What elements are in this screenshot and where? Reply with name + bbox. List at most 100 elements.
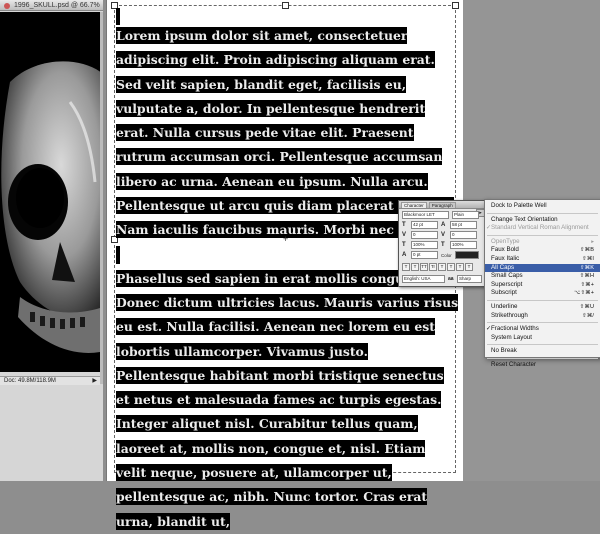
image-window-title: 1996_SKULL.psd @ 66.7% [14,2,100,9]
skull-image-canvas[interactable] [0,12,100,372]
menu-item-small-caps[interactable]: Small Caps ⇧⌘H [485,272,600,281]
tab-paragraph[interactable]: Paragraph [428,202,456,208]
center-crosshair-icon: + [283,234,289,244]
baseline-shift-icon: A [402,252,407,258]
menu-item-label: Subscript [491,289,517,297]
frame-handle-top-center[interactable] [282,2,289,9]
menu-item-opentype: OpenType ▸ [485,238,600,247]
horizontal-scale-field[interactable]: 100% [450,241,477,249]
menu-item-label: No Break [491,347,517,355]
menu-separator [487,300,598,301]
image-window: 1996_SKULL.psd @ 66.7% Doc: 49.8M/118.9M… [0,0,103,481]
menu-separator [487,212,598,214]
menu-item-label: Underline [491,303,518,310]
small-caps-button[interactable]: Tr [429,263,437,271]
kerning-icon: V [402,232,407,238]
faux-italic-button[interactable]: T [411,263,419,271]
leading-icon: A [441,222,446,228]
menu-item-label: Faux Italic [491,255,520,262]
menu-item-faux-bold[interactable]: Faux Bold ⇧⌘B [485,246,600,255]
color-label: Color [441,252,452,258]
tab-character[interactable]: Character [401,202,427,208]
menu-item-shortcut: ▸ [591,238,594,245]
menu-item-shortcut: ⇧⌘/ [582,312,594,319]
menu-item-faux-italic[interactable]: Faux Italic ⇧⌘I [485,255,600,264]
status-menu-arrow-icon[interactable]: ▶ [92,377,97,386]
kerning-field[interactable]: 0 [411,231,438,239]
checkmark-icon: ✓ [486,224,492,232]
menu-item-shortcut: ⇧⌘K [579,264,594,271]
palette-titlebar[interactable]: Character Paragraph [399,201,487,209]
image-scrollbar[interactable] [100,12,103,384]
menu-item-superscript[interactable]: Superscript ⇧⌘+ [485,281,600,290]
subscript-button[interactable]: T [447,263,455,271]
menu-item-shortcut: ⇧⌘B [579,247,594,254]
close-window-icon[interactable] [4,3,10,9]
vertical-scale-icon: T [402,242,406,248]
strikethrough-button[interactable]: T [465,263,473,271]
paragraph-break-marker [116,245,120,264]
tracking-icon: V [441,232,446,238]
image-window-titlebar[interactable]: 1996_SKULL.psd @ 66.7% [0,0,103,11]
font-size-field[interactable]: 42 pt [411,221,438,229]
paragraph-2: Phasellus sed sapien in erat mollis cong… [116,267,459,534]
horizontal-scale-icon: T [441,242,445,248]
faux-bold-button[interactable]: T [402,263,410,271]
menu-item-label: Strikethrough [491,311,528,319]
menu-item-label: All Caps [491,263,515,271]
menu-item-shortcut: ⇧⌘H [579,273,594,280]
menu-item-underline[interactable]: Underline ⇧⌘U [485,303,600,312]
frame-handle-top-right[interactable] [452,2,459,9]
menu-item-label: Faux Bold [491,246,519,254]
menu-item-standard-vertical-roman-alignment: ✓ Standard Vertical Roman Alignment [485,224,600,233]
text-cursor-top [116,8,120,25]
menu-item-label: Dock to Palette Well [491,202,547,209]
menu-item-label: OpenType [491,237,520,245]
menu-item-label: Small Caps [491,272,523,280]
menu-item-label: Fractional Widths [491,325,539,333]
font-size-icon: T [402,222,406,228]
menu-item-change-text-orientation[interactable]: Change Text Orientation [485,216,600,225]
document-size-status: Doc: 49.8M/118.9M [4,378,56,384]
leading-field[interactable]: 58 pt [450,221,477,229]
menu-item-reset-character[interactable]: Reset Character [485,361,600,370]
menu-item-label: Change Text Orientation [491,215,558,223]
menu-item-all-caps[interactable]: All Caps ⇧⌘K [485,263,600,273]
image-status-bar: Doc: 49.8M/118.9M ▶ [0,376,100,385]
checkmark-icon: ✓ [486,325,492,333]
character-palette: Character Paragraph ▸ Blackmoor LET Plai… [398,200,488,287]
menu-item-label: Superscript [491,280,523,288]
menu-item-shortcut: ⇧⌘U [579,304,594,310]
antialias-icon: aa [448,276,454,282]
menu-separator [487,322,598,324]
menu-item-label: Reset Character [491,361,537,368]
menu-item-label: System Layout [491,333,532,341]
menu-item-label: Standard Vertical Roman Alignment [491,224,589,232]
baseline-shift-field[interactable]: 0 pt [411,251,438,259]
menu-item-dock-to-palette-well[interactable]: Dock to Palette Well [485,202,600,211]
tracking-field[interactable]: 0 [450,231,477,239]
menu-separator [487,344,598,346]
language-select[interactable]: English: USA [402,275,445,283]
all-caps-button[interactable]: TT [420,263,428,271]
menu-item-subscript[interactable]: Subscript ⌥⇧⌘+ [485,289,600,298]
superscript-button[interactable]: T [438,263,446,271]
antialias-select[interactable]: Sharp [457,275,482,283]
font-style-select[interactable]: Plain [452,211,479,219]
menu-item-fractional-widths[interactable]: ✓ Fractional Widths [485,325,600,334]
menu-separator [487,234,598,236]
menu-item-strikethrough[interactable]: Strikethrough ⇧⌘/ [485,312,600,321]
menu-item-shortcut: ⌥⇧⌘+ [574,290,594,297]
menu-item-shortcut: ⇧⌘I [582,256,594,262]
skull-image [0,12,100,372]
menu-separator [487,358,598,359]
paragraph-2-text: Phasellus sed sapien in erat mollis cong… [116,269,459,530]
menu-item-no-break[interactable]: No Break [485,347,600,356]
menu-item-shortcut: ⇧⌘+ [580,281,594,288]
vertical-scale-field[interactable]: 100% [411,241,438,249]
color-swatch[interactable] [454,251,479,259]
character-palette-flyout-menu: Dock to Palette Well Change Text Orientat… [484,199,600,368]
font-family-select[interactable]: Blackmoor LET [402,211,449,219]
menu-item-system-layout[interactable]: System Layout [485,334,600,343]
underline-button[interactable]: T [456,263,464,271]
